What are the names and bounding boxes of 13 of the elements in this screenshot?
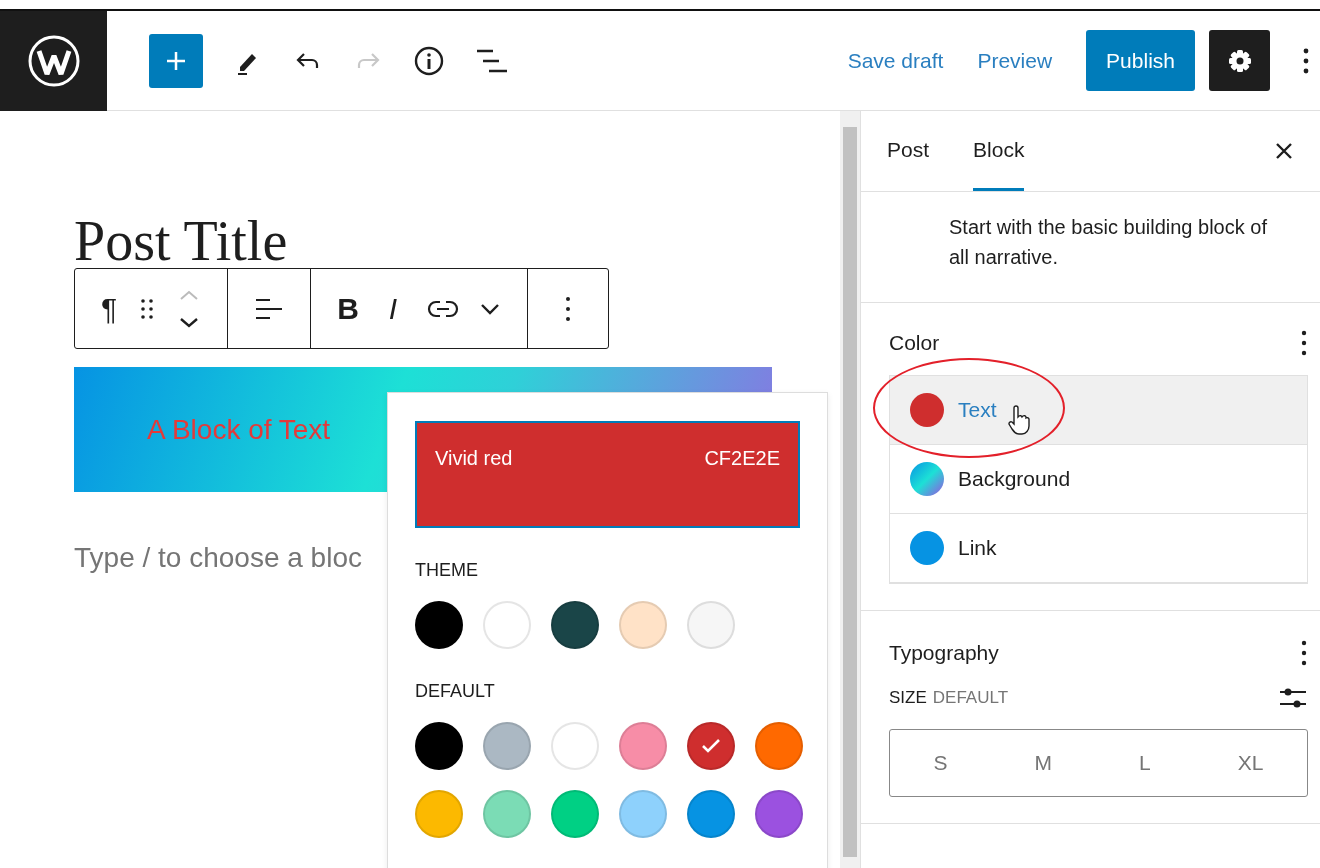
block-text: A Block of Text: [147, 413, 331, 446]
palette-label: DEFAULT: [415, 681, 496, 702]
palette-label: THEME: [415, 560, 479, 581]
panel-title: Typography: [889, 641, 999, 665]
size-value: DEFAULT: [932, 688, 1009, 708]
panel-title: Color: [889, 331, 940, 355]
size-label: SIZE: [889, 688, 927, 708]
color-hex: CF2E2E: [704, 447, 780, 471]
color-setting-label: Background: [958, 467, 1071, 491]
color-setting-label: Text: [958, 398, 997, 422]
color-name: Vivid red: [435, 447, 513, 471]
block-description: Start with the basic building block of all narrative.: [949, 215, 1268, 270]
color-setting-label: Link: [958, 536, 997, 560]
